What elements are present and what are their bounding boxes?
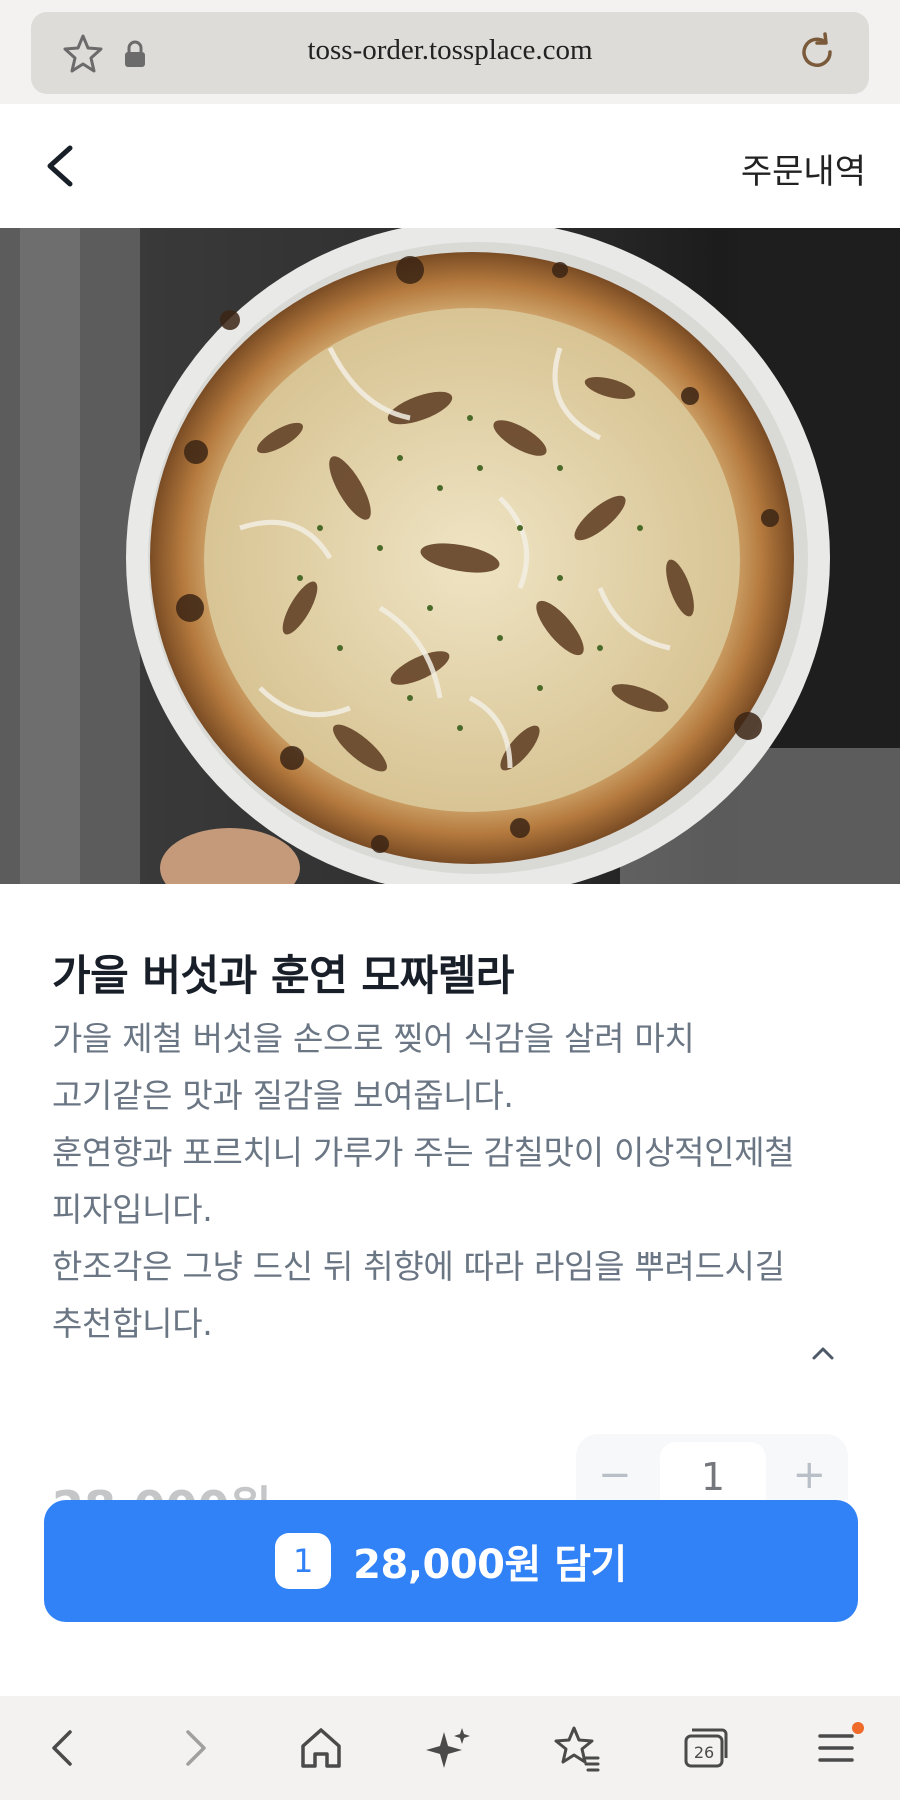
bookmarks-icon[interactable] [546, 1718, 606, 1778]
url-text[interactable]: toss-order.tossplace.com [31, 34, 869, 67]
collapse-description-button[interactable] [808, 1342, 838, 1366]
decrease-quantity-button[interactable]: − [598, 1452, 632, 1498]
cart-count-badge: 1 [275, 1533, 332, 1589]
back-icon[interactable] [34, 1718, 94, 1778]
price-quantity-row: 28,000원 − 1 + [0, 1420, 900, 1500]
menu-price: 28,000원 [52, 1472, 272, 1500]
chevron-left-icon [47, 145, 73, 187]
sparkle-icon[interactable] [418, 1718, 478, 1778]
browser-bottom-nav: 26 [0, 1696, 900, 1800]
add-to-cart-button[interactable]: 1 28,000원 담기 [44, 1500, 858, 1622]
quantity-value: 1 [660, 1442, 766, 1500]
menu-description: 가을 제철 버섯을 손으로 찢어 식감을 살려 마치 고기같은 맛과 질감을 보… [52, 1010, 852, 1352]
pizza-image [0, 228, 900, 884]
browser-toolbar: toss-order.tossplace.com [0, 0, 900, 104]
description-line: 훈연향과 포르치니 가루가 주는 감칠맛이 이상적인제철 [52, 1133, 795, 1172]
quantity-stepper: − 1 + [576, 1434, 848, 1500]
notification-dot [852, 1722, 864, 1734]
menu-title: 가을 버섯과 훈연 모짜렐라 [52, 951, 514, 1000]
home-icon[interactable] [291, 1718, 351, 1778]
tabs-icon[interactable]: 26 [676, 1718, 736, 1778]
description-line: 가을 제철 버섯을 손으로 찢어 식감을 살려 마치 [52, 1019, 695, 1058]
description-line: 추천합니다. [52, 1304, 213, 1343]
forward-icon[interactable] [164, 1718, 224, 1778]
back-button[interactable] [38, 140, 86, 192]
tabs-count: 26 [694, 1743, 714, 1762]
menu-icon[interactable] [806, 1718, 866, 1778]
add-to-cart-label: 28,000원 담기 [353, 1542, 627, 1588]
order-history-link[interactable]: 주문내역 [741, 144, 866, 193]
description-line: 고기같은 맛과 질감을 보여줍니다. [52, 1076, 514, 1115]
description-line: 한조각은 그냥 드신 뒤 취향에 따라 라임을 뿌려드시길 [52, 1247, 785, 1286]
reload-icon[interactable] [795, 30, 839, 74]
description-line: 피자입니다. [52, 1190, 213, 1229]
address-bar[interactable]: toss-order.tossplace.com [31, 12, 869, 94]
menu-photo [0, 228, 900, 884]
increase-quantity-button[interactable]: + [792, 1452, 826, 1498]
chevron-up-icon [812, 1347, 834, 1360]
app-header: 주문내역 [0, 104, 900, 228]
